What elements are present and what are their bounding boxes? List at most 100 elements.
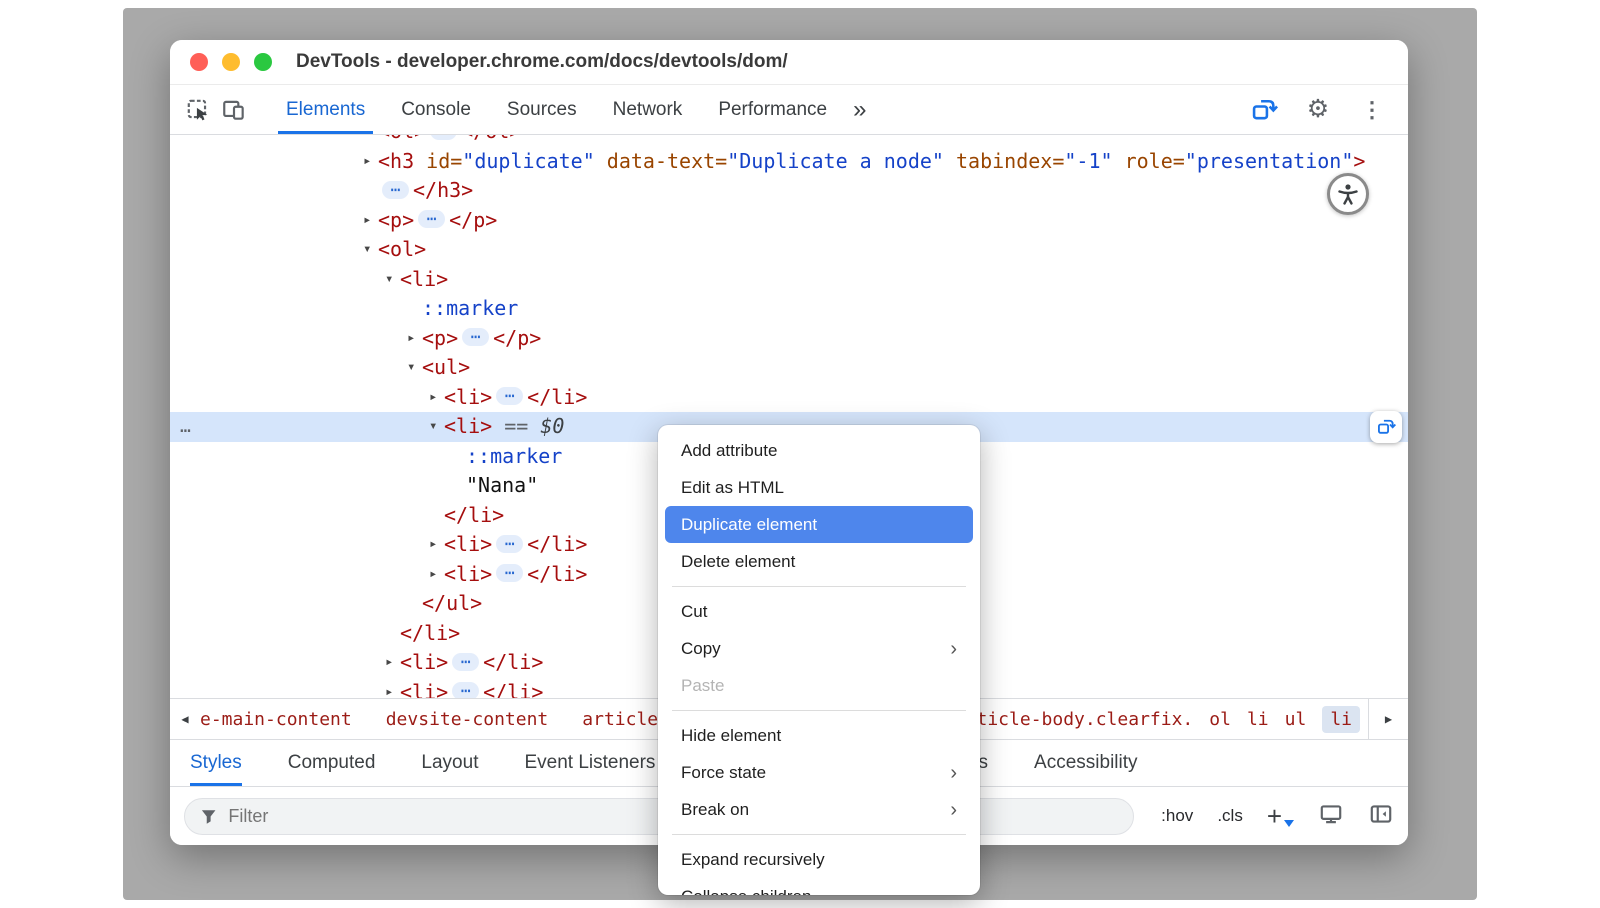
- sidebar-tab-styles[interactable]: Styles: [190, 740, 242, 786]
- menu-item-copy[interactable]: Copy ›: [665, 630, 973, 667]
- menu-item-label: Duplicate element: [681, 515, 817, 535]
- menu-item-edit-as-html[interactable]: Edit as HTML: [665, 469, 973, 506]
- tab-console[interactable]: Console: [383, 85, 489, 134]
- dom-token-tag: <li>: [400, 678, 448, 699]
- dom-tree-row[interactable]: ▸<ol>⋯</ol>: [170, 135, 1408, 147]
- scroll-into-view-badge[interactable]: [1370, 411, 1402, 443]
- inline-expand-button[interactable]: ⋯: [462, 328, 489, 346]
- dom-tree-row[interactable]: ▸<h3 id="duplicate" data-text="Duplicate…: [170, 147, 1408, 177]
- menu-item-break-on[interactable]: Break on›: [665, 791, 973, 828]
- expand-arrow-icon[interactable]: ▸: [363, 206, 378, 236]
- menu-item-expand-recursively[interactable]: Expand recursively: [665, 841, 973, 878]
- inline-expand-button[interactable]: ⋯: [496, 564, 523, 582]
- dom-token-tag: <li>: [444, 560, 492, 590]
- minimize-button[interactable]: [222, 53, 240, 71]
- dom-token-tag: <li>: [400, 648, 448, 678]
- menu-item-delete-element[interactable]: Delete element: [665, 543, 973, 580]
- menu-item-label: Copy: [681, 639, 721, 659]
- sidebar-tab-event-listeners[interactable]: Event Listeners: [524, 740, 655, 786]
- collapse-arrow-icon[interactable]: ▾: [363, 235, 378, 265]
- expand-arrow-icon[interactable]: ▸: [363, 147, 378, 177]
- dom-token-tag: </p>: [449, 206, 497, 236]
- dom-tree-row[interactable]: ▸<p>⋯</p>: [170, 324, 1408, 354]
- zoom-button[interactable]: [254, 53, 272, 71]
- inline-expand-button[interactable]: ⋯: [496, 387, 523, 405]
- inline-expand-button[interactable]: ⋯: [452, 682, 479, 698]
- sidebar-tab-computed[interactable]: Computed: [288, 740, 376, 786]
- rendering-emulation-button[interactable]: [1318, 801, 1344, 832]
- expand-arrow-icon[interactable]: ▸: [363, 135, 378, 147]
- dom-token-attr: data-text=: [595, 147, 727, 177]
- breadcrumb-item-li[interactable]: li: [1322, 706, 1360, 733]
- dom-tree-row[interactable]: ▸<li>⋯</li>: [170, 383, 1408, 413]
- gear-icon[interactable]: ⚙: [1300, 92, 1336, 128]
- toggle-sidebar-button[interactable]: [1368, 801, 1394, 832]
- breadcrumb-item-article[interactable]: article: [582, 709, 658, 730]
- inline-expand-button[interactable]: ⋯: [430, 135, 457, 140]
- tab-sources[interactable]: Sources: [489, 85, 595, 134]
- dom-token-tag: </li>: [483, 648, 543, 678]
- tab-performance[interactable]: Performance: [700, 85, 845, 134]
- inline-expand-button[interactable]: ⋯: [418, 210, 445, 228]
- breadcrumb-item-li[interactable]: li: [1247, 709, 1269, 730]
- sidebar-tab-layout[interactable]: Layout: [421, 740, 478, 786]
- browser-window: DevTools - developer.chrome.com/docs/dev…: [170, 40, 1408, 845]
- collapse-arrow-icon[interactable]: ▾: [407, 353, 422, 383]
- expand-arrow-icon[interactable]: ▸: [385, 678, 400, 699]
- menu-item-add-attribute[interactable]: Add attribute: [665, 432, 973, 469]
- element-classes-button[interactable]: .cls: [1217, 806, 1243, 826]
- menu-item-cut[interactable]: Cut: [665, 593, 973, 630]
- inspect-element-button[interactable]: [180, 92, 216, 128]
- sidebar-tab-accessibility[interactable]: Accessibility: [1034, 740, 1137, 786]
- breadcrumb-item-ol[interactable]: ol: [1209, 709, 1231, 730]
- breadcrumb-item-rticle-body-clearfix[interactable]: rticle-body.clearfix.: [966, 709, 1194, 730]
- inline-expand-button[interactable]: ⋯: [382, 181, 409, 199]
- tab-elements[interactable]: Elements: [268, 85, 383, 134]
- menu-item-force-state[interactable]: Force state›: [665, 754, 973, 791]
- traffic-lights: [170, 53, 272, 71]
- collapse-arrow-icon[interactable]: ▾: [429, 412, 444, 442]
- dom-token-tag: </p>: [493, 324, 541, 354]
- breadcrumb-item-ul[interactable]: ul: [1285, 709, 1307, 730]
- menu-item-label: Collapse children: [681, 887, 811, 896]
- tab-network[interactable]: Network: [595, 85, 701, 134]
- dom-token-tag: >: [1353, 147, 1365, 177]
- menu-item-duplicate-element[interactable]: Duplicate element: [665, 506, 973, 543]
- collapse-arrow-icon[interactable]: ▾: [385, 265, 400, 295]
- menu-item-label: Paste: [681, 676, 724, 696]
- inline-expand-button[interactable]: ⋯: [452, 653, 479, 671]
- dom-tree-row[interactable]: ▸<p>⋯</p>: [170, 206, 1408, 236]
- accessibility-overlay-button[interactable]: [1327, 173, 1369, 215]
- dom-tree-row[interactable]: ::marker: [170, 294, 1408, 324]
- display-icon: [1318, 801, 1344, 827]
- plus-icon: +: [1267, 806, 1282, 826]
- toggle-element-state-button[interactable]: :hov: [1161, 806, 1193, 826]
- menu-item-collapse-children[interactable]: Collapse children: [665, 878, 973, 895]
- new-style-rule-button[interactable]: +: [1267, 806, 1294, 827]
- dom-tree-row[interactable]: ▾<li>: [170, 265, 1408, 295]
- expand-arrow-icon[interactable]: ▸: [385, 648, 400, 678]
- submenu-arrow-icon: ›: [950, 639, 957, 659]
- dom-tree-row[interactable]: ⋯</h3>: [170, 176, 1408, 206]
- menu-item-hide-element[interactable]: Hide element: [665, 717, 973, 754]
- expand-arrow-icon[interactable]: ▸: [407, 324, 422, 354]
- dom-tree-row[interactable]: ▾<ul>: [170, 353, 1408, 383]
- breadcrumb-scroll-left-button[interactable]: ◀: [170, 699, 200, 739]
- expand-arrow-icon[interactable]: ▸: [429, 383, 444, 413]
- dom-token-tag: <p>: [422, 324, 458, 354]
- inspect-cursor-icon: [185, 97, 211, 123]
- expand-arrow-icon[interactable]: ▸: [429, 560, 444, 590]
- toggle-device-toolbar-button[interactable]: [216, 92, 252, 128]
- close-button[interactable]: [190, 53, 208, 71]
- dom-tree-row[interactable]: ▾<ol>: [170, 235, 1408, 265]
- menu-item-label: Force state: [681, 763, 766, 783]
- expand-arrow-icon[interactable]: ▸: [429, 530, 444, 560]
- breadcrumb-item-devsite-content[interactable]: devsite-content: [386, 709, 549, 730]
- more-tabs-button[interactable]: »: [853, 98, 866, 122]
- breadcrumb-scroll-right-button[interactable]: ▶: [1368, 699, 1408, 739]
- inline-expand-button[interactable]: ⋯: [496, 535, 523, 553]
- square-arrow-button[interactable]: [1246, 92, 1282, 128]
- breadcrumb-item-e-main-content[interactable]: e-main-content: [200, 709, 352, 730]
- kebab-menu-icon[interactable]: ⋮: [1354, 92, 1390, 128]
- dom-token-tag: </h3>: [413, 176, 473, 206]
